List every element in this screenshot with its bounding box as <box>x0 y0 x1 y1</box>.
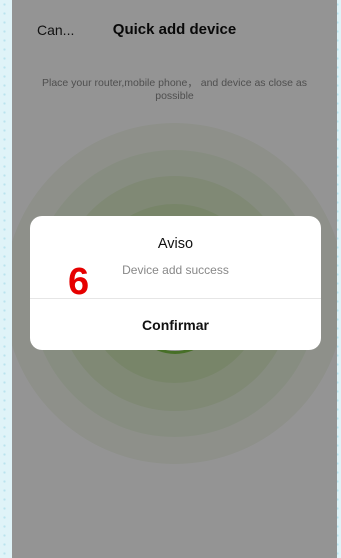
step-number-annotation: 6 <box>68 261 90 303</box>
confirm-button[interactable]: Confirmar <box>30 299 321 350</box>
dialog-title: Aviso <box>157 236 194 252</box>
phone-screen: Can... Quick add device Place your route… <box>12 0 337 558</box>
